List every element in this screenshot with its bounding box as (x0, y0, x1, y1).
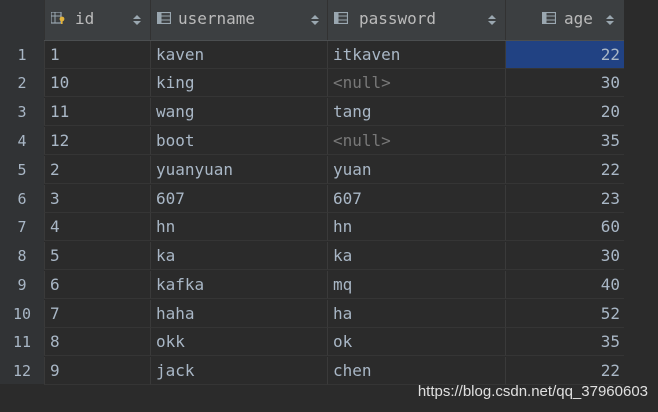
watermark-text: https://blog.csdn.net/qq_37960603 (417, 383, 648, 400)
table-row[interactable]: 9 6 kafka mq 40 (0, 271, 624, 299)
column-label: username (178, 9, 256, 28)
cell-username[interactable]: king (150, 69, 327, 97)
column-label: age (564, 9, 593, 28)
cell-password[interactable]: ka (327, 242, 505, 270)
table-row[interactable]: 5 2 yuanyuan yuan 22 (0, 156, 624, 184)
column-header-row: id username password age (0, 0, 624, 41)
column-header-username[interactable]: username (150, 0, 327, 40)
column-label: id (75, 9, 95, 28)
cell-password[interactable]: hn (327, 213, 505, 241)
cell-username[interactable]: wang (150, 98, 327, 126)
row-number: 6 (17, 190, 27, 208)
cell-id[interactable]: 4 (44, 213, 150, 241)
row-number: 9 (17, 276, 27, 294)
row-number: 11 (12, 333, 32, 351)
cell-age[interactable]: 40 (505, 271, 624, 299)
cell-age[interactable]: 60 (505, 213, 624, 241)
sort-toggle-icon[interactable] (606, 15, 614, 25)
primary-key-column-icon (51, 12, 65, 24)
cell-id[interactable]: 10 (44, 69, 150, 97)
row-number: 1 (17, 46, 27, 64)
column-icon (542, 12, 556, 24)
sort-toggle-icon[interactable] (311, 15, 319, 25)
cell-id[interactable]: 1 (44, 41, 150, 69)
row-number: 8 (17, 247, 27, 265)
cell-age[interactable]: 30 (505, 242, 624, 270)
cell-id[interactable]: 6 (44, 271, 150, 299)
table-row[interactable]: 10 7 haha ha 52 (0, 300, 624, 328)
cell-id[interactable]: 8 (44, 328, 150, 356)
column-label: password (359, 9, 437, 28)
cell-age[interactable]: 35 (505, 127, 624, 155)
cell-password[interactable]: 607 (327, 185, 505, 213)
cell-id[interactable]: 2 (44, 156, 150, 184)
table-row[interactable]: 6 3 607 607 23 (0, 185, 624, 213)
cell-username[interactable]: jack (150, 357, 327, 385)
cell-password[interactable]: tang (327, 98, 505, 126)
cell-username[interactable]: ka (150, 242, 327, 270)
cell-age[interactable]: 20 (505, 98, 624, 126)
cell-age[interactable]: 22 (505, 357, 624, 385)
row-number: 12 (12, 362, 32, 380)
cell-username[interactable]: boot (150, 127, 327, 155)
cell-password-null[interactable]: <null> (327, 127, 505, 155)
row-number: 7 (17, 218, 27, 236)
cell-password[interactable]: ok (327, 328, 505, 356)
column-icon (157, 12, 171, 24)
cell-username[interactable]: haha (150, 300, 327, 328)
sort-toggle-icon[interactable] (488, 15, 496, 25)
cell-password[interactable]: chen (327, 357, 505, 385)
row-number: 10 (12, 305, 32, 323)
table-row[interactable]: 4 12 boot <null> 35 (0, 127, 624, 155)
table-row[interactable]: 12 9 jack chen 22 (0, 357, 624, 385)
column-header-id[interactable]: id (44, 0, 150, 40)
table-row[interactable]: 1 1 kaven itkaven 22 (0, 41, 624, 69)
table-row[interactable]: 2 10 king <null> 30 (0, 69, 624, 97)
cell-id[interactable]: 5 (44, 242, 150, 270)
column-icon (334, 12, 348, 24)
cell-age-selected[interactable]: 22 (505, 41, 624, 69)
cell-age[interactable]: 35 (505, 328, 624, 356)
cell-id[interactable]: 11 (44, 98, 150, 126)
row-number: 3 (17, 103, 27, 121)
cell-password[interactable]: mq (327, 271, 505, 299)
cell-password[interactable]: yuan (327, 156, 505, 184)
result-grid: id username password age 1 1 kaven itkav… (0, 0, 658, 412)
row-number-header (0, 0, 44, 40)
cell-age[interactable]: 30 (505, 69, 624, 97)
cell-id[interactable]: 3 (44, 185, 150, 213)
table-row[interactable]: 7 4 hn hn 60 (0, 213, 624, 241)
row-number: 5 (17, 161, 27, 179)
cell-age[interactable]: 22 (505, 156, 624, 184)
row-number: 4 (17, 132, 27, 150)
column-header-age[interactable]: age (505, 0, 624, 40)
cell-age[interactable]: 23 (505, 185, 624, 213)
row-number: 2 (17, 74, 27, 92)
table-row[interactable]: 11 8 okk ok 35 (0, 328, 624, 356)
cell-id[interactable]: 7 (44, 300, 150, 328)
cell-username[interactable]: yuanyuan (150, 156, 327, 184)
cell-username[interactable]: okk (150, 328, 327, 356)
cell-age[interactable]: 52 (505, 300, 624, 328)
column-header-password[interactable]: password (327, 0, 505, 40)
cell-password[interactable]: itkaven (327, 41, 505, 69)
cell-username[interactable]: kafka (150, 271, 327, 299)
sort-toggle-icon[interactable] (133, 15, 141, 25)
cell-id[interactable]: 9 (44, 357, 150, 385)
table-row[interactable]: 8 5 ka ka 30 (0, 242, 624, 270)
table-row[interactable]: 3 11 wang tang 20 (0, 98, 624, 126)
cell-username[interactable]: kaven (150, 41, 327, 69)
cell-password-null[interactable]: <null> (327, 69, 505, 97)
cell-username[interactable]: 607 (150, 185, 327, 213)
cell-username[interactable]: hn (150, 213, 327, 241)
cell-id[interactable]: 12 (44, 127, 150, 155)
cell-password[interactable]: ha (327, 300, 505, 328)
